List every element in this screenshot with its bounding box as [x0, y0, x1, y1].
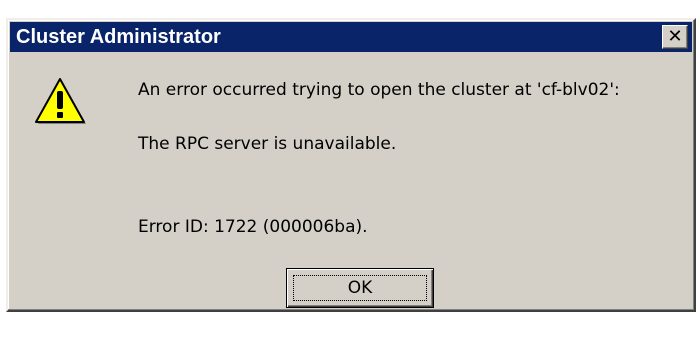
- error-dialog: Cluster Administrator ✕ An error occurre…: [6, 18, 696, 312]
- close-icon: ✕: [667, 26, 683, 47]
- ok-button[interactable]: OK: [286, 268, 434, 308]
- close-button[interactable]: ✕: [662, 25, 688, 49]
- window-title: Cluster Administrator: [16, 26, 221, 48]
- title-bar[interactable]: Cluster Administrator ✕: [10, 22, 692, 52]
- error-detail: The RPC server is unavailable.: [138, 134, 397, 154]
- error-id: Error ID: 1722 (000006ba).: [138, 217, 368, 237]
- warning-icon: [35, 78, 86, 124]
- error-message: An error occurred trying to open the clu…: [138, 80, 620, 100]
- ok-button-label: OK: [347, 278, 373, 298]
